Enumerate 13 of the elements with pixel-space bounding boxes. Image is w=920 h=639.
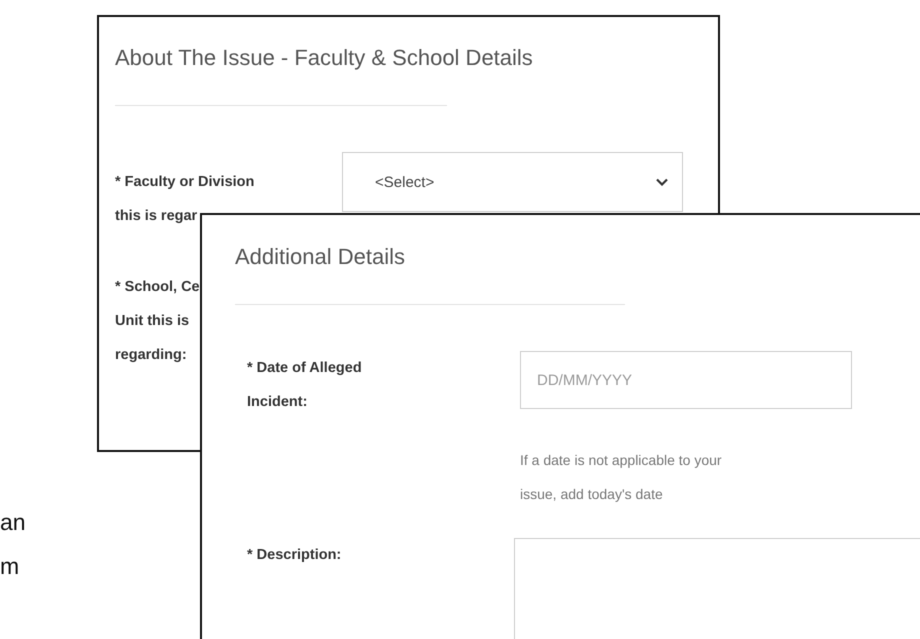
field-label: * School, Ce Unit this is regarding: <box>115 278 200 365</box>
date-field[interactable]: DD/MM/YYYY <box>520 351 852 409</box>
panel-title: About The Issue - Faculty & School Details <box>115 44 533 72</box>
description-field[interactable] <box>514 538 920 639</box>
field-label: * Date of Alleged Incident: <box>247 359 363 412</box>
field-label: * Faculty or Division this is regar <box>115 173 254 226</box>
help-text: If a date is not applicable to your issue, add today's date <box>520 451 723 504</box>
background-text: an <box>0 508 26 537</box>
panel-title: Additional Details <box>235 243 405 271</box>
field-label: * Description: <box>247 546 342 565</box>
faculty-select[interactable]: <Select> <box>342 152 683 212</box>
chevron-down-icon <box>656 178 668 186</box>
background-text: m <box>0 552 20 581</box>
